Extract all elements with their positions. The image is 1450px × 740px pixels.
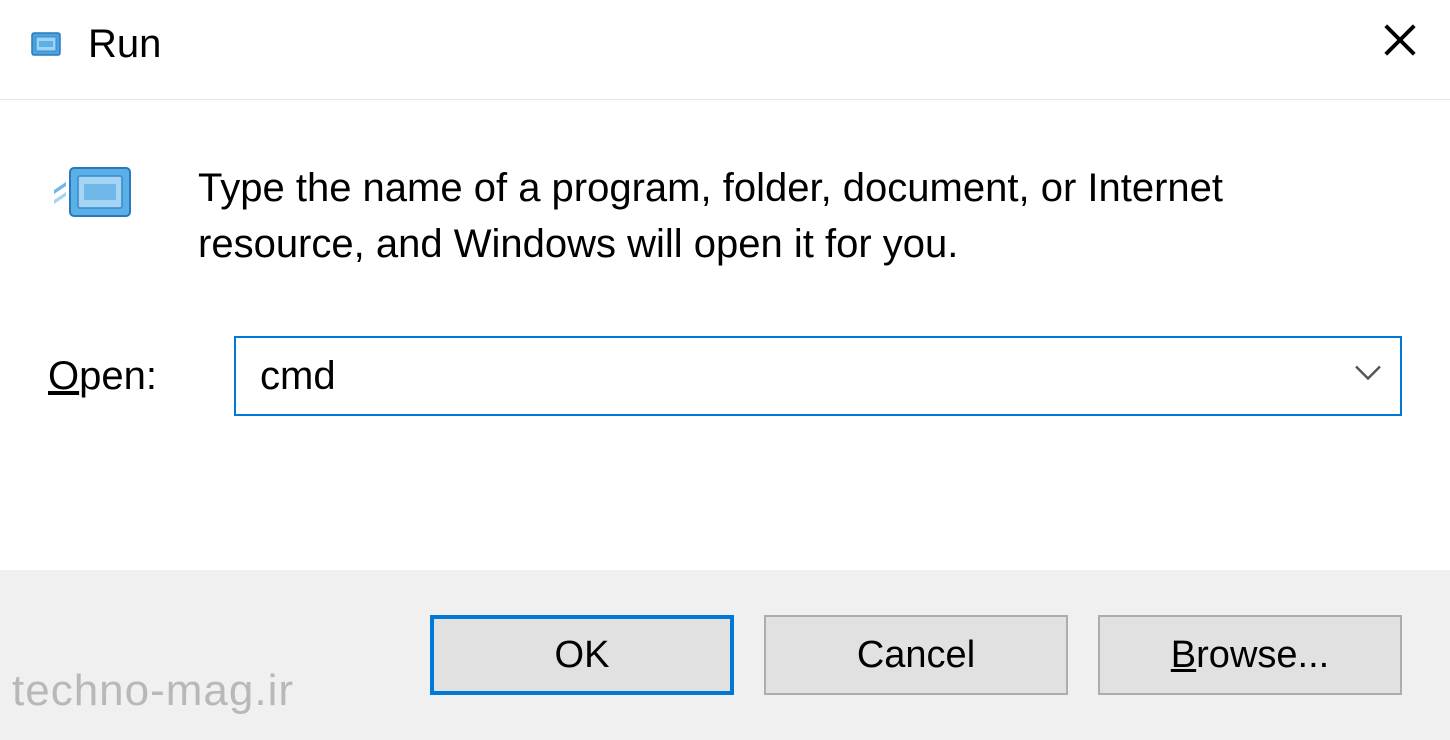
- open-combobox[interactable]: [234, 336, 1402, 416]
- run-icon: [28, 27, 64, 63]
- description-text: Type the name of a program, folder, docu…: [198, 160, 1358, 272]
- dialog-body: Type the name of a program, folder, docu…: [0, 100, 1450, 476]
- run-large-icon: [48, 160, 138, 230]
- close-icon: [1381, 21, 1419, 59]
- ok-button[interactable]: OK: [430, 615, 734, 695]
- browse-button[interactable]: Browse...: [1098, 615, 1402, 695]
- cancel-button[interactable]: Cancel: [764, 615, 1068, 695]
- watermark-text: techno-mag.ir: [12, 666, 294, 716]
- close-button[interactable]: [1378, 18, 1422, 62]
- description-row: Type the name of a program, folder, docu…: [48, 160, 1402, 272]
- open-input[interactable]: [234, 336, 1402, 416]
- titlebar: Run: [0, 0, 1450, 100]
- window-title: Run: [88, 22, 161, 67]
- open-row: Open:: [48, 336, 1402, 416]
- open-label: Open:: [48, 354, 168, 399]
